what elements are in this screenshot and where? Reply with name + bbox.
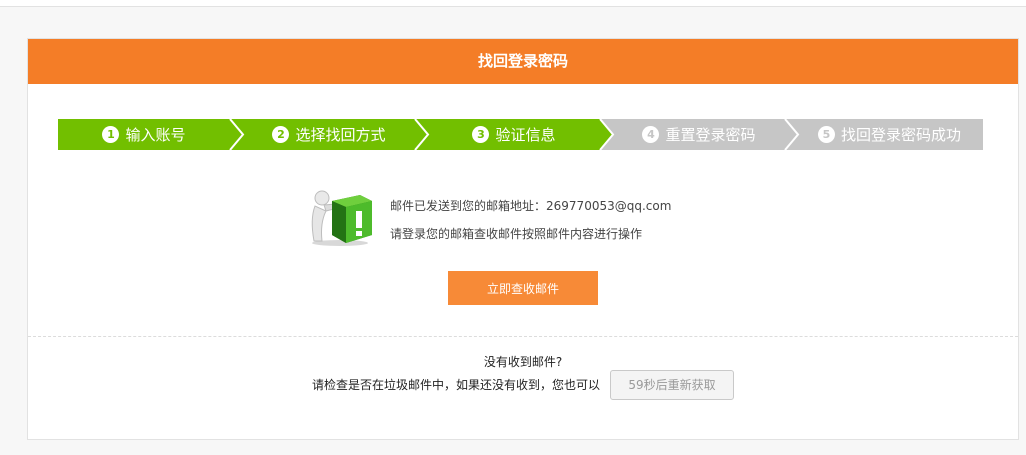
email-sent-message: 邮件已发送到您的邮箱地址：269770053@qq.com 请登录您的邮箱查收邮… <box>306 187 806 247</box>
sent-notice: 邮件已发送到您的邮箱地址：269770053@qq.com <box>390 197 671 214</box>
email-address: 269770053@qq.com <box>546 199 672 213</box>
step-label: 输入账号 <box>125 126 186 144</box>
step-label: 找回登录密码成功 <box>840 126 961 144</box>
retry-row: 请检查是否在垃圾邮件中，如果还没有收到，您也可以 59秒后重新获取 <box>312 369 735 400</box>
check-email-button[interactable]: 立即查收邮件 <box>448 271 598 305</box>
step-label: 选择找回方式 <box>295 126 386 144</box>
warning-figure-icon <box>311 190 372 246</box>
sent-prefix: 邮件已发送到您的邮箱地址： <box>390 199 547 213</box>
step-verify-info: 3 验证信息 <box>426 119 602 150</box>
step-reset-password: 4 重置登录密码 <box>611 119 787 150</box>
instruction-text: 请登录您的邮箱查收邮件按照邮件内容进行操作 <box>390 227 643 241</box>
step-label: 验证信息 <box>495 126 556 144</box>
no-mail-question: 没有收到邮件? <box>483 355 563 369</box>
step-number: 1 <box>102 126 120 143</box>
step-label: 重置登录密码 <box>665 126 756 144</box>
recover-password-card: 找回登录密码 1 输入账号 2 选择找回方式 3 验证信息 4 重置登录密码 5… <box>27 38 1019 440</box>
step-number: 3 <box>472 126 490 143</box>
resend-email-button[interactable]: 59秒后重新获取 <box>610 369 735 400</box>
step-number: 5 <box>817 126 835 143</box>
step-number: 2 <box>272 126 290 143</box>
dashed-divider <box>28 336 1018 337</box>
step-choose-method: 2 选择找回方式 <box>241 119 417 150</box>
progress-steps: 1 输入账号 2 选择找回方式 3 验证信息 4 重置登录密码 5 找回登录密码… <box>58 119 983 150</box>
step-input-account: 1 输入账号 <box>58 119 230 150</box>
step-number: 4 <box>642 126 660 143</box>
retry-hint: 请检查是否在垃圾邮件中，如果还没有收到，您也可以 <box>312 378 601 392</box>
step-recover-success: 5 找回登录密码成功 <box>796 119 983 150</box>
top-bar <box>0 0 1026 7</box>
page-title: 找回登录密码 <box>28 39 1018 84</box>
